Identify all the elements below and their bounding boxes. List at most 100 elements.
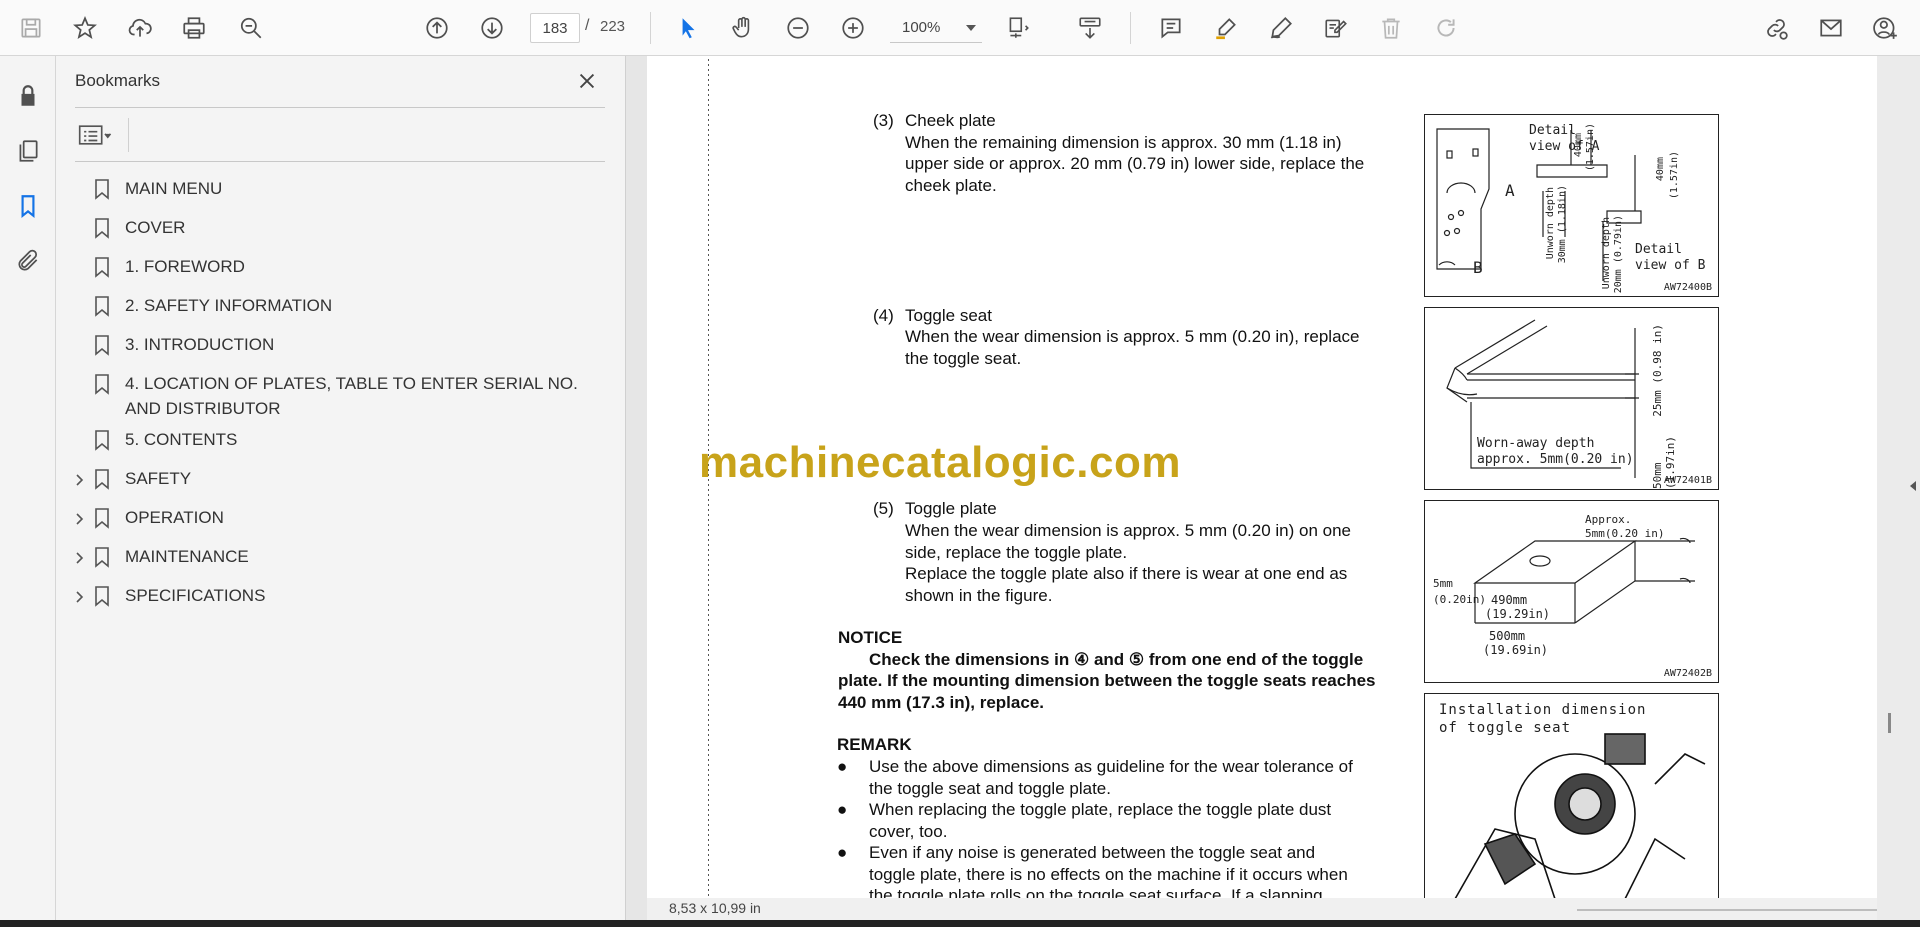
paragraph-line: upper side or approx. 20 mm (0.79 in) lo…: [905, 154, 1365, 173]
bookmark-icon: [94, 334, 110, 356]
remark-line: When replacing the toggle plate, replace…: [869, 800, 1332, 819]
left-navigation-rail: [0, 56, 56, 920]
section-number: (3): [873, 111, 894, 130]
bookmark-label: 1. FOREWORD: [125, 257, 245, 276]
bookmark-label: SAFETY: [125, 469, 192, 488]
toolbar-divider: [650, 12, 651, 44]
star-icon[interactable]: [67, 10, 103, 46]
attachment-icon[interactable]: [10, 243, 46, 279]
bullet: ●: [837, 757, 848, 776]
save-icon[interactable]: [13, 10, 49, 46]
redo-icon[interactable]: [1428, 10, 1464, 46]
zoom-select[interactable]: 100%: [890, 13, 982, 43]
edit-sign-icon[interactable]: [1318, 10, 1354, 46]
figure-toggle-plate: Approx. 5mm(0.20 in) 5mm (0.20in) 490mm …: [1424, 500, 1719, 683]
next-page-icon[interactable]: [474, 10, 510, 46]
comment-icon[interactable]: [1153, 10, 1189, 46]
divider: [75, 107, 605, 108]
figure-label: of toggle seat: [1439, 720, 1572, 736]
figure-label: A: [1505, 181, 1515, 200]
page-separator: /: [585, 17, 590, 34]
cloud-upload-icon[interactable]: [122, 10, 158, 46]
expand-right-panel-icon[interactable]: [1907, 476, 1919, 496]
figure-label: 5mm(0.20 in): [1585, 527, 1665, 540]
figure-label: (19.69in): [1483, 643, 1549, 657]
bookmark-panel-icon[interactable]: [10, 188, 46, 224]
vertical-scrollbar-thumb[interactable]: [1888, 713, 1891, 733]
zoom-in-icon[interactable]: [835, 10, 871, 46]
pdf-viewer-window: 183 / 223 100% Bookmarks MAIN MENU COVER…: [0, 0, 1920, 927]
highlight-icon[interactable]: [1208, 10, 1244, 46]
divider: [128, 118, 129, 152]
figure-label: Worn-away depth: [1477, 436, 1595, 451]
zoom-value: 100%: [902, 19, 941, 36]
bookmark-label: SPECIFICATIONS: [125, 586, 266, 605]
figure-label: B: [1473, 258, 1483, 277]
figure-caption: AW72400B: [1663, 282, 1712, 293]
bookmark-icon: [94, 373, 110, 395]
figure-label: 25mm (0.98 in): [1651, 324, 1664, 417]
document-viewport[interactable]: (3) Cheek plate When the remaining dimen…: [626, 56, 1920, 920]
bookmark-icon: [94, 546, 110, 568]
figure-label: view of B: [1635, 258, 1706, 273]
figure-label: 490mm: [1491, 593, 1528, 607]
pdf-page: (3) Cheek plate When the remaining dimen…: [647, 56, 1877, 899]
figure-label: (1.57in): [1585, 123, 1596, 172]
chevron-down-icon: [966, 25, 976, 31]
figure-label: (19.29in): [1485, 607, 1551, 621]
close-icon[interactable]: [574, 68, 600, 94]
share-link-icon[interactable]: [1758, 10, 1794, 46]
remark-line: the toggle plate rolls on the toggle sea…: [869, 886, 1323, 899]
figure-caption: AW72402B: [1663, 668, 1712, 679]
figure-label: (1.57in): [1669, 151, 1680, 200]
bookmark-icon: [94, 217, 110, 239]
section-number: (5): [873, 499, 894, 518]
bookmark-icon: [94, 295, 110, 317]
document-status-bar: 8,53 x 10,99 in: [647, 898, 1877, 920]
bookmark-label: MAINTENANCE: [125, 547, 249, 566]
remark-line: Use the above dimensions as guideline fo…: [869, 757, 1353, 776]
notice-line: plate. If the mounting dimension between…: [838, 671, 1376, 690]
bookmark-icon: [94, 468, 110, 490]
email-icon[interactable]: [1813, 10, 1849, 46]
bookmark-options-button[interactable]: [76, 120, 124, 150]
remark-heading: REMARK: [837, 735, 912, 754]
figure-label: 40mm: [1655, 157, 1666, 182]
hand-tool-icon[interactable]: [725, 10, 761, 46]
bookmark-icon: [94, 256, 110, 278]
figure-label: 5mm: [1433, 577, 1453, 590]
zoom-search-icon[interactable]: [233, 10, 269, 46]
remark-line: toggle plate, there is no effects on the…: [869, 865, 1348, 884]
print-icon[interactable]: [176, 10, 212, 46]
figure-label: 40mm: [1573, 133, 1584, 158]
notice-line: Check the dimensions in ④ and ⑤ from one…: [869, 650, 1364, 669]
previous-page-icon[interactable]: [419, 10, 455, 46]
section-title: Cheek plate: [905, 111, 996, 130]
page-number-input[interactable]: 183: [530, 13, 580, 43]
chevron-right-icon[interactable]: [72, 509, 88, 525]
bookmarks-panel-title: Bookmarks: [75, 71, 161, 90]
chevron-right-icon[interactable]: [72, 587, 88, 603]
page-fit-icon[interactable]: [1000, 10, 1036, 46]
delete-icon[interactable]: [1373, 10, 1409, 46]
select-cursor-icon[interactable]: [670, 10, 706, 46]
page-size-label: 8,53 x 10,99 in: [669, 900, 761, 916]
draw-pen-icon[interactable]: [1263, 10, 1299, 46]
lock-icon[interactable]: [10, 78, 46, 114]
paragraph-line: When the wear dimension is approx. 5 mm …: [905, 327, 1360, 346]
chevron-right-icon[interactable]: [72, 470, 88, 486]
bullet: ●: [837, 800, 848, 819]
section-title: Toggle plate: [905, 499, 997, 518]
scroll-mode-icon[interactable]: [1072, 10, 1108, 46]
bookmark-icon: [94, 507, 110, 529]
toggle-plate-drawing: [1473, 537, 1695, 624]
watermark-text: machinecatalogic.com: [699, 438, 1181, 487]
chevron-right-icon[interactable]: [72, 548, 88, 564]
horizontal-scrollbar[interactable]: [1577, 909, 1877, 911]
figure-label: 30mm (1.18in): [1557, 185, 1568, 264]
page-thumbnails-icon[interactable]: [10, 133, 46, 169]
add-user-icon[interactable]: [1868, 10, 1904, 46]
zoom-out-icon[interactable]: [780, 10, 816, 46]
bookmark-label: OPERATION: [125, 508, 224, 527]
paragraph-line: shown in the figure.: [905, 586, 1053, 605]
